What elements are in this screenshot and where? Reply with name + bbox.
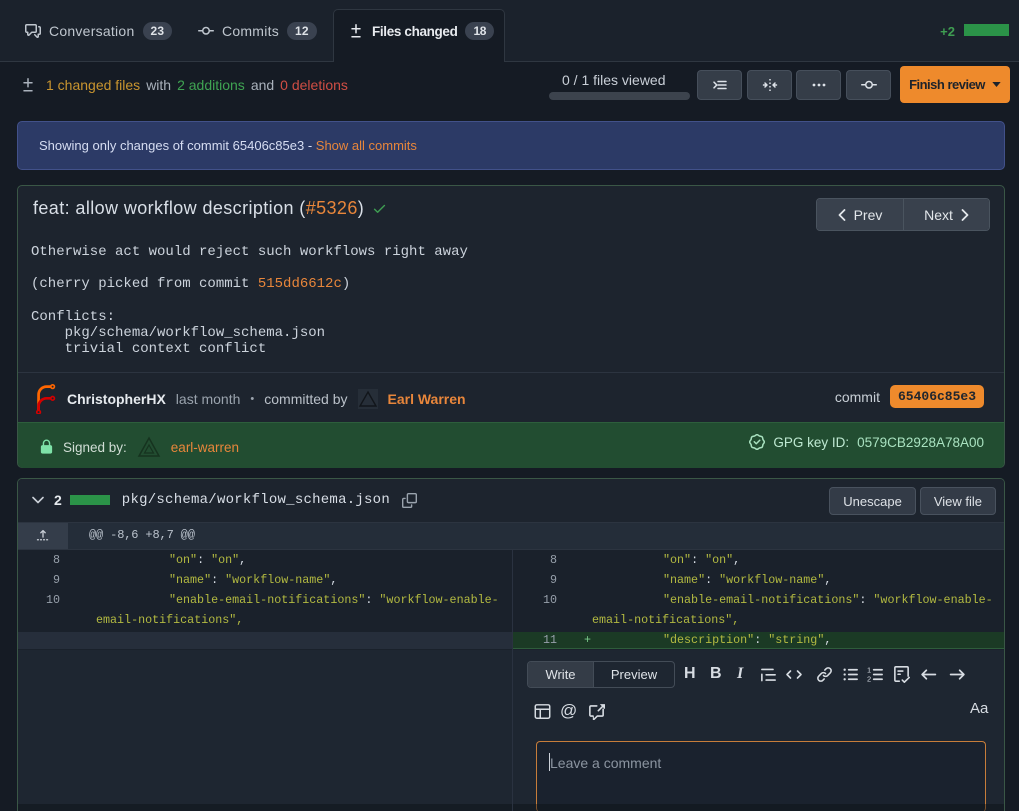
svg-text:2: 2 [867,675,871,683]
svg-text:1: 1 [867,666,871,674]
